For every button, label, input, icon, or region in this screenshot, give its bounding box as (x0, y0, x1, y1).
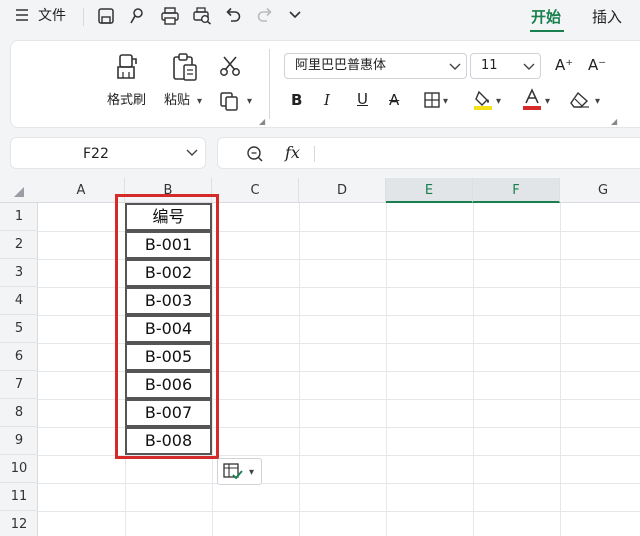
paste-options-caret: ▾ (249, 467, 255, 478)
paste-dropdown-caret[interactable]: ▾ (197, 97, 202, 107)
ribbon-panel: 格式刷 粘贴 ▾ ▾ ◢ 阿里巴巴普惠体 11 A⁺ A⁻ B I U A ▾ (10, 40, 640, 128)
scissors-icon[interactable] (219, 55, 241, 77)
font-size-select[interactable]: 11 (470, 53, 541, 79)
gridline (38, 483, 640, 484)
print-icon[interactable] (160, 7, 180, 25)
font-group-launcher-icon[interactable]: ◢ (611, 117, 617, 126)
row-header-3[interactable]: 3 (0, 259, 38, 287)
select-all-corner-icon[interactable] (14, 187, 24, 197)
copy-icon[interactable] (219, 91, 239, 111)
copy-dropdown-caret[interactable]: ▾ (247, 97, 252, 107)
font-color-icon[interactable] (522, 88, 542, 111)
active-tab-indicator (530, 30, 564, 32)
row-header-5[interactable]: 5 (0, 315, 38, 343)
row-header-8[interactable]: 8 (0, 399, 38, 427)
format-painter-quick-icon[interactable] (128, 7, 146, 25)
print-preview-icon[interactable] (192, 7, 212, 25)
row-header-7[interactable]: 7 (0, 371, 38, 399)
borders-dropdown-caret[interactable]: ▾ (443, 97, 448, 107)
chevron-down-icon (449, 60, 461, 72)
paste-options-icon (223, 463, 245, 481)
chevron-down-icon (523, 60, 535, 72)
format-painter-label[interactable]: 格式刷 (107, 93, 146, 109)
row-header-10[interactable]: 10 (0, 455, 38, 483)
eraser-icon[interactable] (570, 91, 590, 109)
paste-label[interactable]: 粘贴 (164, 93, 190, 109)
zoom-search-icon[interactable] (246, 145, 264, 163)
row-header-4[interactable]: 4 (0, 287, 38, 315)
row-header-2[interactable]: 2 (0, 231, 38, 259)
undo-icon[interactable] (225, 7, 241, 25)
bold-button[interactable]: B (291, 91, 302, 109)
tab-home[interactable]: 开始 (531, 8, 561, 26)
hamburger-icon[interactable] (16, 8, 28, 22)
font-color-dropdown-caret[interactable]: ▾ (545, 97, 550, 107)
redo-icon[interactable] (257, 7, 273, 25)
name-box-value: F22 (83, 146, 109, 162)
row-header-12[interactable]: 12 (0, 511, 38, 536)
clear-dropdown-caret[interactable]: ▾ (595, 97, 600, 107)
column-header-a[interactable]: A (38, 178, 125, 203)
ribbon-divider (269, 49, 270, 119)
chevron-down-icon[interactable] (289, 11, 301, 19)
font-name-value: 阿里巴巴普惠体 (295, 58, 387, 73)
spreadsheet-grid[interactable]: A B C D E F G 1 2 3 4 5 6 7 8 9 10 11 12… (0, 178, 640, 536)
paste-icon[interactable] (171, 52, 199, 82)
gridline (386, 203, 387, 536)
row-header-bar: 1 2 3 4 5 6 7 8 9 10 11 12 (0, 203, 38, 536)
save-icon[interactable] (97, 7, 115, 25)
borders-icon[interactable] (424, 92, 440, 108)
row-header-9[interactable]: 9 (0, 427, 38, 455)
format-painter-icon[interactable] (115, 53, 141, 81)
row-header-6[interactable]: 6 (0, 343, 38, 371)
gridline (560, 203, 561, 536)
chevron-down-icon[interactable] (186, 148, 198, 158)
gridline (38, 511, 640, 512)
clipboard-group-launcher-icon[interactable]: ◢ (259, 117, 265, 126)
shrink-font-button[interactable]: A⁻ (588, 56, 606, 74)
column-header-c[interactable]: C (212, 178, 299, 203)
column-header-d[interactable]: D (299, 178, 386, 203)
paste-options-button[interactable]: ▾ (217, 458, 262, 485)
strikethrough-button[interactable]: A (389, 91, 399, 109)
row-header-1[interactable]: 1 (0, 203, 38, 231)
italic-button[interactable]: I (324, 91, 330, 109)
font-name-select[interactable]: 阿里巴巴普惠体 (284, 53, 467, 79)
column-header-f[interactable]: F (473, 178, 560, 203)
fill-color-dropdown-caret[interactable]: ▾ (496, 97, 501, 107)
gridline (299, 203, 300, 536)
divider (83, 8, 84, 26)
gridline (473, 203, 474, 536)
column-header-bar: A B C D E F G (0, 178, 640, 203)
row-header-11[interactable]: 11 (0, 483, 38, 511)
font-size-value: 11 (481, 58, 498, 73)
underline-button[interactable]: U (357, 90, 368, 108)
grow-font-button[interactable]: A⁺ (555, 56, 573, 74)
column-header-g[interactable]: G (560, 178, 640, 203)
function-icon[interactable]: fx (285, 144, 300, 162)
title-bar: 文件 开始 插入 (0, 0, 640, 34)
tab-insert[interactable]: 插入 (592, 8, 622, 26)
column-header-e[interactable]: E (386, 178, 473, 203)
name-box[interactable]: F22 (10, 137, 206, 169)
formula-bar[interactable]: fx (217, 137, 640, 169)
file-menu[interactable]: 文件 (38, 7, 66, 25)
formula-divider (314, 146, 315, 162)
fill-color-icon[interactable] (473, 89, 493, 111)
red-highlight-box (115, 194, 219, 459)
